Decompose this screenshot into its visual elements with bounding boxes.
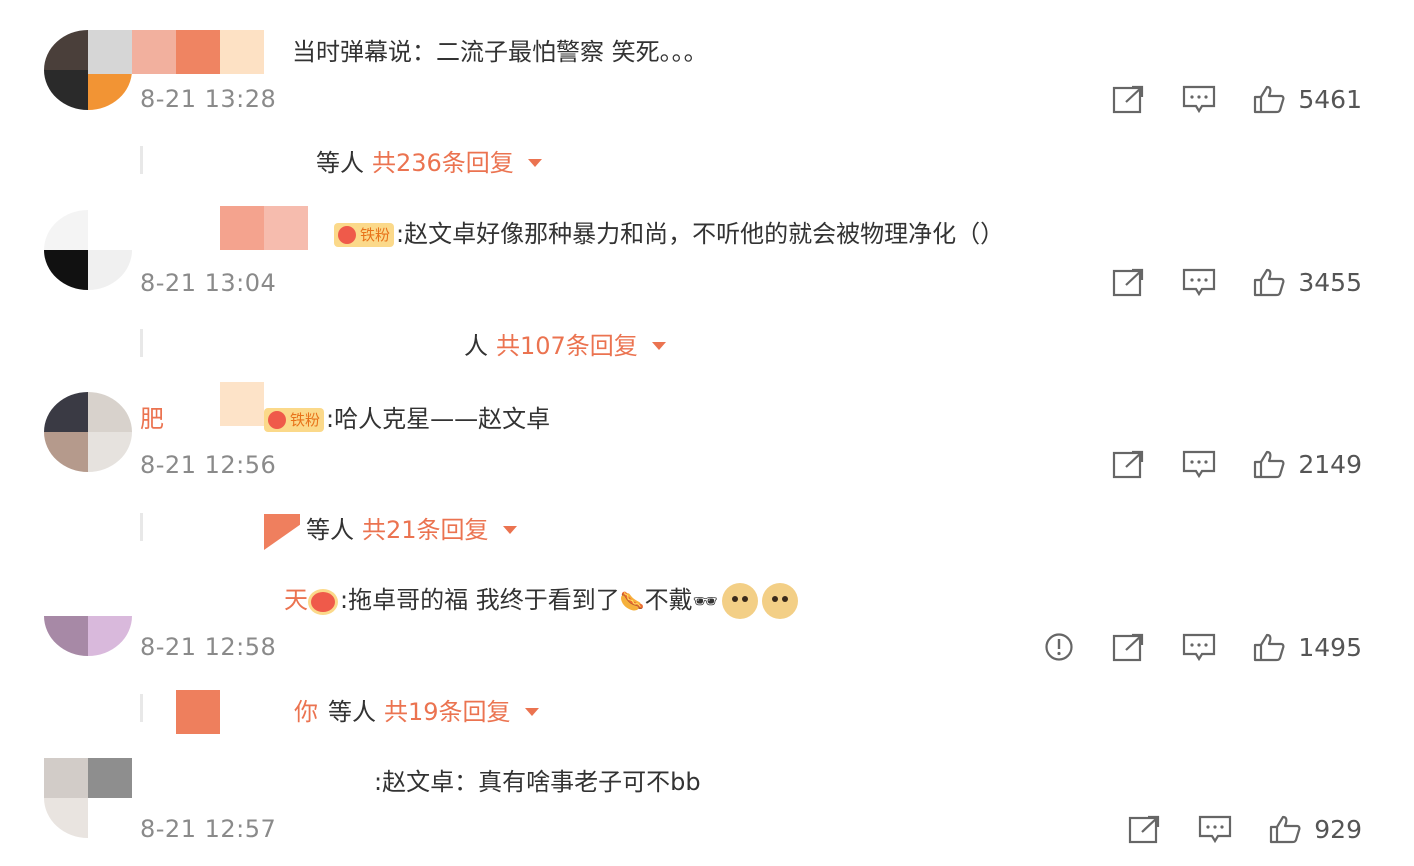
sunglasses-emoji: 🕶 xyxy=(692,589,719,613)
comment-actions: 5461 xyxy=(1076,84,1362,114)
crown-badge xyxy=(308,588,338,614)
reply-divider xyxy=(140,513,143,541)
share-icon[interactable] xyxy=(1112,84,1146,114)
like-icon[interactable] xyxy=(1252,84,1286,114)
hotdog-emoji: 🌭 xyxy=(619,589,645,613)
comment-actions: 929 xyxy=(1092,814,1362,844)
username-mosaic xyxy=(88,30,264,74)
comment-actions: 3455 xyxy=(1076,267,1362,297)
view-replies-link[interactable]: 共19条回复 xyxy=(384,692,511,727)
avatar[interactable] xyxy=(44,576,132,656)
username-mosaic xyxy=(220,206,308,250)
fan-badge: 铁粉 xyxy=(334,223,395,247)
like-count: 1495 xyxy=(1298,632,1362,662)
reply-summary[interactable]: 等人 共236条回复 xyxy=(316,143,542,178)
comment-time: 8-21 12:57 xyxy=(140,815,277,843)
share-icon[interactable] xyxy=(1128,814,1162,844)
avatar[interactable] xyxy=(44,210,132,290)
replier-avatar-mosaic xyxy=(176,690,220,734)
comment-icon[interactable] xyxy=(1182,267,1216,297)
comment-text: :赵文卓：真有啥事老子可不bb xyxy=(374,768,701,796)
replier-avatar-mosaic xyxy=(264,514,300,550)
share-icon[interactable] xyxy=(1112,632,1146,662)
reply-summary[interactable]: 等人 共21条回复 xyxy=(306,510,517,545)
comment-time: 8-21 12:56 xyxy=(140,451,277,479)
share-icon[interactable] xyxy=(1112,267,1146,297)
comment-icon[interactable] xyxy=(1182,84,1216,114)
like-icon[interactable] xyxy=(1252,267,1286,297)
view-replies-link[interactable]: 共107条回复 xyxy=(496,326,638,361)
comment-text: 铁粉:赵文卓好像那种暴力和尚，不听他的就会被物理净化（） xyxy=(334,216,1004,252)
comment-time: 8-21 13:04 xyxy=(140,269,277,297)
like-count: 929 xyxy=(1314,814,1362,844)
share-icon[interactable] xyxy=(1112,449,1146,479)
comment-text: 天:拖卓哥的福 我终于看到了🌭不戴🕶 xyxy=(284,582,799,619)
like-count: 5461 xyxy=(1298,84,1362,114)
reply-divider xyxy=(140,694,143,722)
chevron-down-icon[interactable] xyxy=(527,158,542,167)
view-replies-link[interactable]: 共21条回复 xyxy=(362,510,489,545)
fan-badge: 铁粉 xyxy=(264,408,325,432)
reply-divider xyxy=(140,146,143,174)
avatar[interactable] xyxy=(44,758,132,838)
comment-text: 当时弹幕说：二流子最怕警察 笑死。。。 xyxy=(292,38,708,66)
reply-summary[interactable]: 你 等人 共19条回复 xyxy=(294,692,539,727)
view-replies-link[interactable]: 共236条回复 xyxy=(372,143,514,178)
chevron-down-icon[interactable] xyxy=(502,525,517,534)
comment-time: 8-21 13:28 xyxy=(140,85,277,113)
avatar[interactable] xyxy=(44,392,132,472)
comment-text: 肥铁粉:哈人克星——赵文卓 xyxy=(140,405,551,433)
like-icon[interactable] xyxy=(1252,449,1286,479)
comment-icon[interactable] xyxy=(1198,814,1232,844)
doge-emoji xyxy=(762,583,799,619)
like-count: 2149 xyxy=(1298,449,1362,479)
like-count: 3455 xyxy=(1298,267,1362,297)
chevron-down-icon[interactable] xyxy=(524,707,539,716)
reply-summary[interactable]: 人 共107条回复 xyxy=(464,326,666,361)
comment-actions: 2149 xyxy=(1076,449,1362,479)
like-icon[interactable] xyxy=(1252,632,1286,662)
comment-time: 8-21 12:58 xyxy=(140,633,277,661)
comment-icon[interactable] xyxy=(1182,449,1216,479)
comment-actions: 1495 xyxy=(1042,632,1362,662)
reply-divider xyxy=(140,329,143,357)
report-icon[interactable] xyxy=(1042,632,1076,662)
comment-icon[interactable] xyxy=(1182,632,1216,662)
doge-emoji xyxy=(722,583,759,619)
like-icon[interactable] xyxy=(1268,814,1302,844)
chevron-down-icon[interactable] xyxy=(651,341,666,350)
